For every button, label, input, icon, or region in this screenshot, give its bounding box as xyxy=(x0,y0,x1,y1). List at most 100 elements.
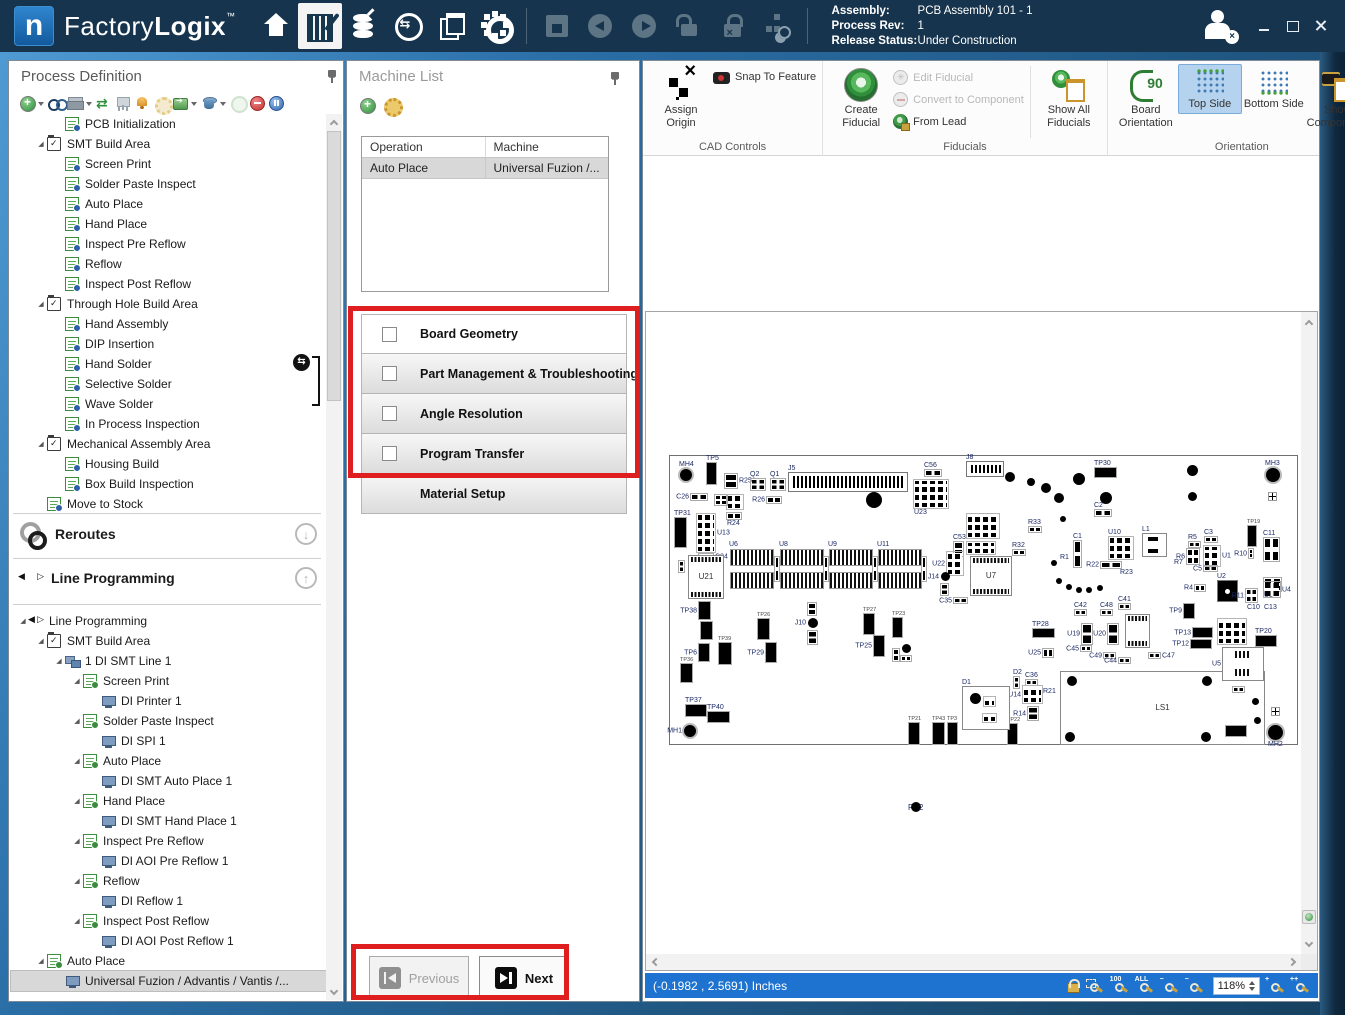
column-header-machine[interactable]: Machine xyxy=(486,137,609,157)
tree-item-mechanical-assembly-area[interactable]: ◢Mechanical Assembly Area xyxy=(11,434,329,454)
delete-bucket-icon[interactable] xyxy=(201,95,217,111)
board-view-icon[interactable] xyxy=(115,95,131,111)
expander-icon[interactable]: ◢ xyxy=(71,917,83,925)
tree-item-inspect-pre-reflow[interactable]: Inspect Pre Reflow xyxy=(11,234,329,254)
scroll-right-arrow[interactable] xyxy=(1285,954,1301,970)
zoom-out-icon[interactable]: − xyxy=(1185,978,1205,994)
section-material-setup[interactable]: Material Setup xyxy=(361,474,627,514)
checkbox[interactable] xyxy=(382,327,397,342)
expander-icon[interactable]: ◢ xyxy=(35,140,47,148)
tree-item-smt-build-area[interactable]: ◢SMT Build Area xyxy=(11,134,329,154)
print-icon[interactable] xyxy=(67,95,83,111)
tree-item-auto-place[interactable]: ◢Auto Place xyxy=(11,751,329,771)
expander-icon[interactable]: ◢ xyxy=(35,440,47,448)
tree-item-di-reflow-1[interactable]: DI Reflow 1 xyxy=(11,891,329,911)
close-button[interactable] xyxy=(1315,20,1327,32)
reroute-marker-icon[interactable]: ⇆ xyxy=(293,354,310,371)
sync-button[interactable] xyxy=(386,3,430,49)
expander-icon[interactable]: ◢ xyxy=(35,957,47,965)
tree-item-universal-fuzion-advantis-vantis[interactable]: Universal Fuzion / Advantis / Vantis /..… xyxy=(11,971,329,991)
reroutes-header[interactable]: Reroutes ↓ xyxy=(19,521,331,547)
create-fiducial-button[interactable]: Create Fiducial xyxy=(829,64,893,132)
zoom-window-icon[interactable] xyxy=(1085,978,1105,994)
tree-item-hand-solder[interactable]: Hand Solder xyxy=(11,354,329,374)
pin-icon[interactable] xyxy=(326,69,338,83)
expand-down-icon[interactable]: ↓ xyxy=(295,523,317,545)
collapse-up-icon[interactable]: ↑ xyxy=(295,567,317,589)
tree-item-1-di-smt-line-1[interactable]: ◢1 DI SMT Line 1 xyxy=(11,651,329,671)
tree-item-screen-print[interactable]: ◢Screen Print xyxy=(11,671,329,691)
zoom-in-plus-icon[interactable]: ++ xyxy=(1290,978,1310,994)
minimize-button[interactable] xyxy=(1259,20,1271,32)
cad-viewport[interactable]: MH4TP5R25Q2Q1J5C56U23J8TP30MH3C26TP31U13… xyxy=(645,311,1318,971)
user-logout-button[interactable]: × xyxy=(1201,6,1237,46)
show-components-button[interactable]: Show Components xyxy=(1306,64,1345,132)
expander-icon[interactable]: ◢ xyxy=(71,717,83,725)
tree-item-through-hole-build-area[interactable]: ◢Through Hole Build Area xyxy=(11,294,329,314)
board-orientation-button[interactable]: 90Board Orientation xyxy=(1114,64,1178,132)
dropdown-caret-icon[interactable] xyxy=(86,100,93,107)
refresh-icon[interactable] xyxy=(230,95,246,111)
checkbox[interactable] xyxy=(382,366,397,381)
tree-item-line-programming[interactable]: ◢Line Programming xyxy=(11,611,329,631)
home-button[interactable] xyxy=(254,3,298,49)
tree-item-box-build-inspection[interactable]: Box Build Inspection xyxy=(11,474,329,494)
dropdown-caret-icon[interactable] xyxy=(38,100,45,107)
expander-icon[interactable]: ◢ xyxy=(53,657,65,665)
show-all-fiducials-button[interactable]: Show All Fiducials xyxy=(1037,64,1101,132)
zoom-out-icon[interactable]: − xyxy=(1160,978,1180,994)
tree-item-hand-assembly[interactable]: Hand Assembly xyxy=(11,314,329,334)
expander-icon[interactable]: ◢ xyxy=(35,300,47,308)
dropdown-caret-icon[interactable] xyxy=(191,100,198,107)
bottom-side-button[interactable]: Bottom Side xyxy=(1242,64,1306,114)
tree-item-inspect-pre-reflow[interactable]: ◢Inspect Pre Reflow xyxy=(11,831,329,851)
scroll-up-arrow[interactable] xyxy=(1301,314,1317,330)
cad-vertical-scrollbar[interactable] xyxy=(1301,312,1317,954)
dropdown-caret-icon[interactable] xyxy=(220,100,227,107)
next-button[interactable]: Next xyxy=(479,956,569,1000)
pin-icon[interactable] xyxy=(609,71,621,85)
tree-item-move-to-stock[interactable]: Move to Stock xyxy=(11,494,329,514)
add-machine-icon[interactable] xyxy=(359,97,375,113)
scroll-up-arrow[interactable] xyxy=(326,114,342,130)
previous-button[interactable]: Previous xyxy=(369,956,469,1000)
tree-item-inspect-post-reflow[interactable]: ◢Inspect Post Reflow xyxy=(11,911,329,931)
expander-icon[interactable]: ◢ xyxy=(71,797,83,805)
tree-item-solder-paste-inspect[interactable]: Solder Paste Inspect xyxy=(11,174,329,194)
tree-item-dip-insertion[interactable]: DIP Insertion xyxy=(11,334,329,354)
notification-bell-icon[interactable] xyxy=(134,95,150,111)
zoom-all-icon[interactable]: ALL xyxy=(1135,978,1155,994)
from-lead-button[interactable]: From Lead xyxy=(893,114,1024,129)
section-program-transfer[interactable]: Program Transfer xyxy=(361,434,627,474)
pan-lock-icon[interactable] xyxy=(1066,978,1080,994)
settings-gear-icon[interactable] xyxy=(153,95,169,111)
cad-horizontal-scrollbar[interactable] xyxy=(646,954,1301,970)
settings-button[interactable] xyxy=(474,3,518,49)
section-angle-resolution[interactable]: Angle Resolution xyxy=(361,394,627,434)
tree-item-pcb-initialization[interactable]: PCB Initialization xyxy=(11,114,329,134)
tree-item-inspect-post-reflow[interactable]: Inspect Post Reflow xyxy=(11,274,329,294)
expander-icon[interactable]: ◢ xyxy=(71,757,83,765)
layer-toggle-button[interactable] xyxy=(1302,910,1316,924)
maximize-button[interactable] xyxy=(1287,20,1299,32)
documents-button[interactable] xyxy=(430,3,474,49)
pcb-board[interactable]: MH4TP5R25Q2Q1J5C56U23J8TP30MH3C26TP31U13… xyxy=(669,455,1298,745)
expander-icon[interactable]: ◢ xyxy=(71,877,83,885)
tree-item-housing-build[interactable]: Housing Build xyxy=(11,454,329,474)
expander-icon[interactable]: ◢ xyxy=(71,677,83,685)
tree-item-smt-build-area[interactable]: ◢SMT Build Area xyxy=(11,631,329,651)
add-operation-icon[interactable] xyxy=(19,95,35,111)
forward-button[interactable] xyxy=(623,3,667,49)
scroll-left-arrow[interactable] xyxy=(646,954,662,970)
pause-icon[interactable] xyxy=(268,95,284,111)
tree-item-wave-solder[interactable]: Wave Solder xyxy=(11,394,329,414)
zoom-in-icon[interactable]: + xyxy=(1265,978,1285,994)
checkbox[interactable] xyxy=(382,446,397,461)
swap-steps-icon[interactable] xyxy=(96,95,112,111)
column-header-operation[interactable]: Operation xyxy=(362,137,486,157)
tree-item-auto-place[interactable]: Auto Place xyxy=(11,194,329,214)
machine-table[interactable]: OperationMachineAuto PlaceUniversal Fuzi… xyxy=(361,136,609,292)
tree-item-di-smt-auto-place-1[interactable]: DI SMT Auto Place 1 xyxy=(11,771,329,791)
tree-item-screen-print[interactable]: Screen Print xyxy=(11,154,329,174)
assign-origin-button[interactable]: Assign Origin xyxy=(649,64,713,132)
